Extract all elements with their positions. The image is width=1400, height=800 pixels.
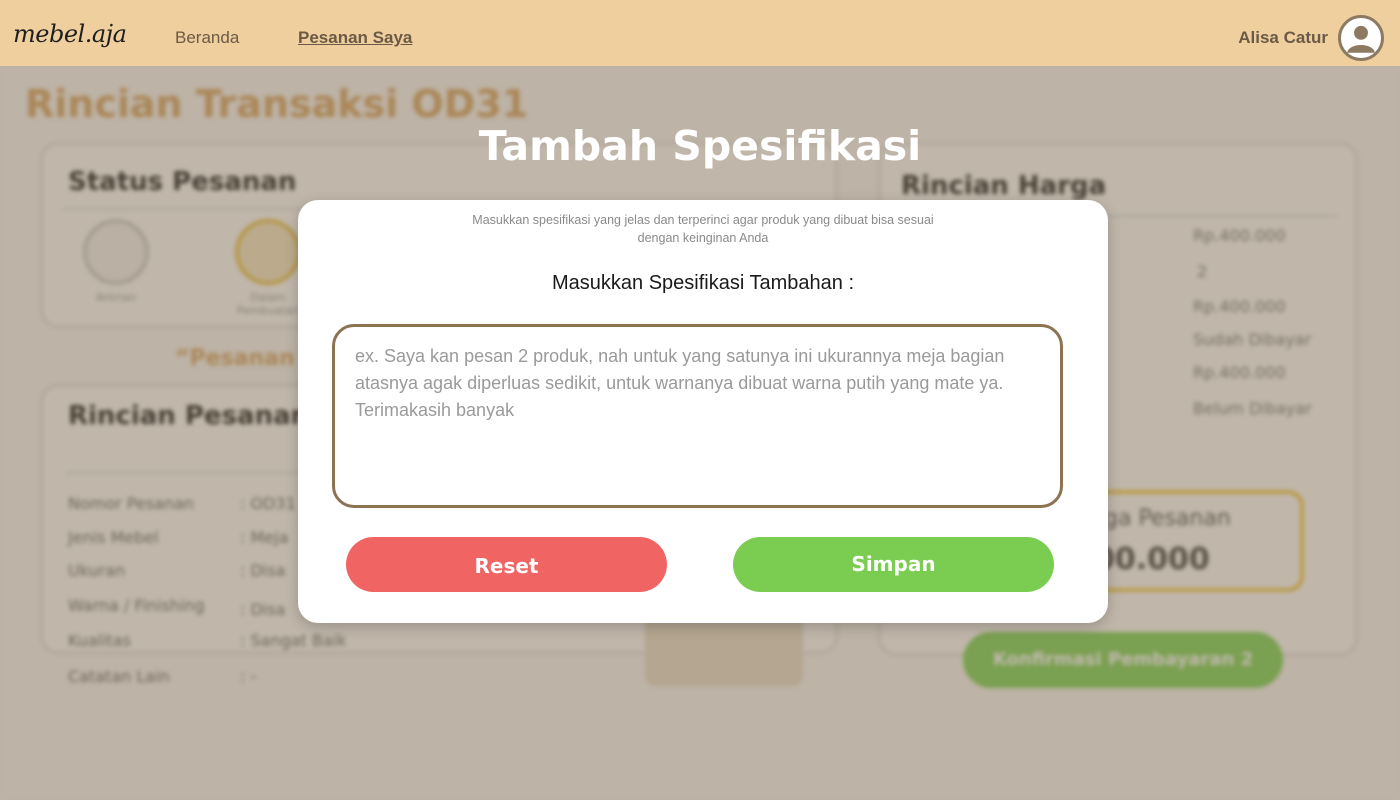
user-name[interactable]: Alisa Catur <box>1238 28 1328 48</box>
person-icon <box>1347 25 1375 53</box>
specification-field-label: Masukkan Spesifikasi Tambahan : <box>551 272 854 294</box>
specification-input[interactable] <box>332 324 1063 508</box>
nav-link-pesanan-saya[interactable]: Pesanan Saya <box>298 28 412 48</box>
save-button[interactable]: Simpan <box>733 537 1054 592</box>
add-specification-modal: Masukkan spesifikasi yang jelas dan terp… <box>298 200 1108 623</box>
user-avatar-icon[interactable] <box>1338 15 1384 61</box>
nav-link-beranda[interactable]: Beranda <box>175 28 239 48</box>
reset-button[interactable]: Reset <box>346 537 667 592</box>
brand-logo[interactable]: mebel.aja <box>13 20 127 48</box>
top-navbar: mebel.aja Beranda Pesanan Saya Alisa Cat… <box>0 0 1400 66</box>
modal-title: Tambah Spesifikasi <box>478 122 922 170</box>
modal-description: Masukkan spesifikasi yang jelas dan terp… <box>472 213 934 245</box>
